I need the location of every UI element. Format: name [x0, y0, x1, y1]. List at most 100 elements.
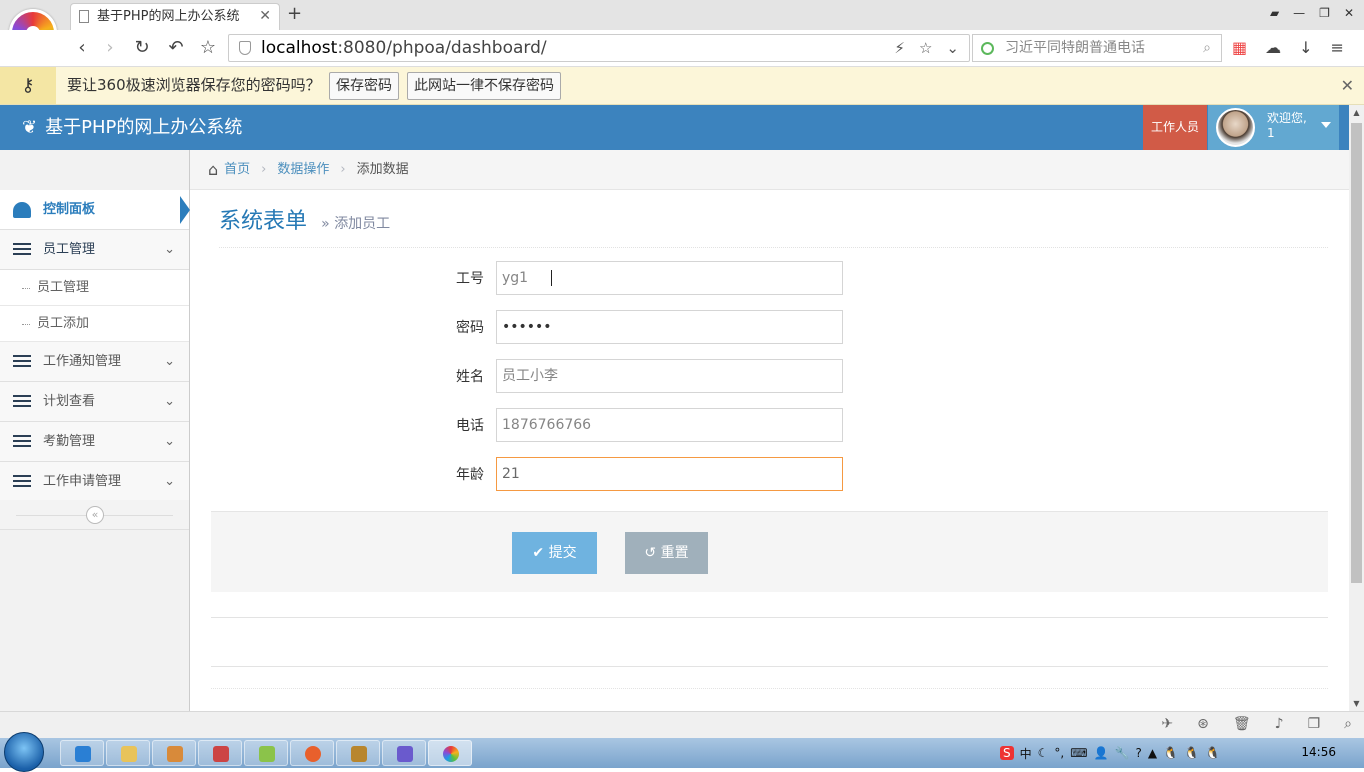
taskbar-firefox-icon[interactable] [290, 740, 334, 766]
punctuation-icon[interactable]: °, [1054, 746, 1064, 760]
start-button[interactable] [4, 732, 44, 772]
save-password-button[interactable]: 保存密码 [329, 72, 399, 100]
qq-icon[interactable]: 🐧 [1184, 746, 1199, 760]
skin-icon[interactable]: ▰ [1270, 6, 1279, 20]
search-input[interactable]: 习近平同特朗普通电话 ⌕ [972, 34, 1222, 62]
taskbar-app3-icon[interactable] [152, 740, 196, 766]
employee-id-field[interactable]: yg1 [496, 261, 843, 295]
sidebar-item-dashboard[interactable]: 控制面板 [0, 190, 189, 230]
clock[interactable]: 14:56 [1301, 745, 1336, 759]
phone-field[interactable]: 1876766766 [496, 408, 843, 442]
page-scrollbar[interactable]: ▲ ▼ [1349, 105, 1364, 711]
menu-icon[interactable]: ≡ [1331, 38, 1344, 57]
welcome-text: 欢迎您, 1 [1267, 111, 1307, 141]
status-icons: ✈ ⊛ 🗑 ♪ ❐ ⌕ [1161, 716, 1352, 732]
scroll-thumb[interactable] [1351, 123, 1362, 583]
qq-icon[interactable]: 🐧 [1163, 746, 1178, 760]
user-icon[interactable]: 👤 [1094, 746, 1109, 760]
taskbar-app4-icon[interactable] [198, 740, 242, 766]
taskbar-360-browser-icon[interactable] [428, 740, 472, 766]
moon-icon[interactable]: ☾ [1038, 746, 1049, 760]
sogou-ime-icon[interactable]: S [1000, 746, 1014, 760]
submit-button[interactable]: ✔ 提交 [512, 532, 597, 574]
maximize-button[interactable]: ❐ [1319, 6, 1330, 20]
search-icon[interactable]: ⌕ [1203, 35, 1211, 61]
taskbar-notepad-icon[interactable] [244, 740, 288, 766]
scroll-up-icon[interactable]: ▲ [1349, 105, 1364, 120]
close-window-button[interactable]: ✕ [1344, 6, 1354, 20]
sidebar-item-employee-mgmt[interactable]: 员工管理 ⌄ [0, 230, 189, 270]
wrench-icon[interactable]: 🔧 [1115, 746, 1130, 760]
zoom-icon[interactable]: ⌕ [1344, 716, 1352, 732]
undo-close-button[interactable]: ↶ [164, 36, 188, 60]
cloud-icon[interactable]: ☁ [1265, 38, 1281, 57]
field-label: 工号 [456, 271, 484, 287]
role-badge[interactable]: 工作人员 [1143, 105, 1207, 150]
help-icon[interactable]: ? [1135, 746, 1141, 760]
bookmark-star-icon[interactable]: ☆ [919, 35, 932, 61]
chevron-down-icon: ⌄ [164, 434, 175, 449]
window-icon[interactable]: ❐ [1308, 716, 1321, 732]
password-field[interactable]: •••••• [496, 310, 843, 344]
close-tab-icon[interactable]: ✕ [259, 4, 271, 29]
favorite-star-button[interactable]: ☆ [196, 36, 220, 60]
key-icon: ⚷ [0, 67, 56, 104]
field-label: 姓名 [456, 369, 484, 385]
sidebar-collapse: « [0, 500, 189, 530]
volume-icon[interactable]: ♪ [1275, 716, 1284, 732]
reset-button[interactable]: ↺ 重置 [625, 532, 708, 574]
system-tray: S 中 ☾ °, ⌨ 👤 🔧 ? ▲ 🐧 🐧 🐧 14:56 [994, 738, 1364, 768]
back-button[interactable]: ‹ [70, 36, 94, 60]
sidebar-subitem-employee-add[interactable]: 员工添加 [0, 306, 189, 342]
new-tab-button[interactable]: + [287, 3, 302, 24]
lightning-icon[interactable]: ⚡ [894, 35, 905, 61]
close-bar-icon[interactable]: ✕ [1341, 67, 1354, 104]
search-placeholder: 习近平同特朗普通电话 [1005, 40, 1145, 56]
home-icon: ⌂ [208, 159, 219, 179]
taskbar-explorer-icon[interactable] [106, 740, 150, 766]
taskbar: S 中 ☾ °, ⌨ 👤 🔧 ? ▲ 🐧 🐧 🐧 14:56 [0, 732, 1364, 772]
sidebar-item-label: 工作通知管理 [43, 354, 122, 369]
minimize-button[interactable]: — [1293, 6, 1305, 20]
collapse-double-left-icon[interactable]: « [86, 506, 104, 524]
age-field[interactable]: 21 [496, 457, 843, 491]
taskbar-app8-icon[interactable] [382, 740, 426, 766]
page-subtitle: » 添加员工 [321, 216, 390, 232]
qq-icon[interactable]: 🐧 [1205, 746, 1220, 760]
trash-icon[interactable]: 🗑 [1233, 716, 1251, 732]
breadcrumb-home[interactable]: 首页 [224, 150, 250, 190]
taskbar-app7-icon[interactable] [336, 740, 380, 766]
apps-grid-icon[interactable]: ▦ [1232, 38, 1247, 57]
list-icon [13, 243, 31, 257]
address-bar[interactable]: localhost:8080/phpoa/dashboard/ ⚡ ☆ ⌄ [228, 34, 970, 62]
sidebar-item-notice-mgmt[interactable]: 工作通知管理 ⌄ [0, 342, 189, 382]
browser-tab[interactable]: 基于PHP的网上办公系统 ✕ [70, 3, 280, 30]
dropdown-icon[interactable]: ⌄ [946, 35, 959, 61]
scroll-down-icon[interactable]: ▼ [1349, 696, 1364, 711]
sidebar-item-plan-view[interactable]: 计划查看 ⌄ [0, 382, 189, 422]
accelerate-icon[interactable]: ⊛ [1197, 716, 1209, 732]
taskbar-ie-icon[interactable] [60, 740, 104, 766]
text-cursor-icon [551, 270, 559, 286]
ime-mode[interactable]: 中 [1020, 745, 1032, 762]
sidebar-item-application-mgmt[interactable]: 工作申请管理 ⌄ [0, 462, 189, 502]
reload-button[interactable]: ↻ [130, 36, 154, 60]
download-icon[interactable]: ↓ [1299, 38, 1312, 57]
address-icons: ⚡ ☆ ⌄ [894, 35, 959, 61]
sidebar-subitem-employee-list[interactable]: 员工管理 [0, 270, 189, 306]
pin-icon[interactable]: ✈ [1161, 716, 1173, 732]
leaf-icon: ❦ [22, 117, 38, 138]
document-icon [79, 10, 89, 23]
never-save-button[interactable]: 此网站一律不保存密码 [407, 72, 561, 100]
brand[interactable]: ❦ 基于PHP的网上办公系统 [22, 105, 242, 150]
name-field[interactable]: 员工小李 [496, 359, 843, 393]
sidebar-item-attendance[interactable]: 考勤管理 ⌄ [0, 422, 189, 462]
forward-button[interactable]: › [98, 36, 122, 60]
divider [211, 688, 1328, 689]
tray-arrow-icon[interactable]: ▲ [1148, 746, 1157, 760]
chevron-down-icon: ⌄ [164, 242, 175, 257]
keyboard-icon[interactable]: ⌨ [1070, 746, 1087, 760]
address-path: :8080/phpoa/dashboard/ [337, 38, 547, 58]
breadcrumb-section[interactable]: 数据操作 [277, 150, 329, 190]
user-menu[interactable]: 欢迎您, 1 [1208, 105, 1339, 150]
